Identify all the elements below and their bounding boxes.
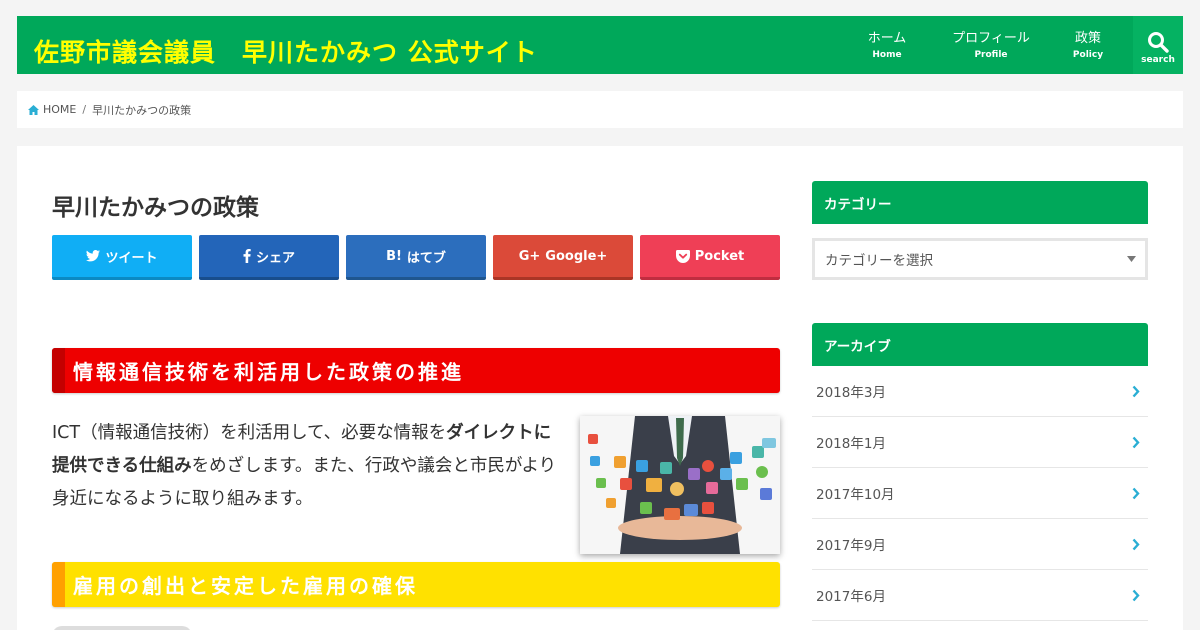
chevron-right-icon [1132,589,1140,601]
chevron-right-icon [1132,385,1140,397]
site-header: 佐野市議会議員 早川たかみつ 公式サイト ホーム Home プロフィール Pro… [17,16,1183,74]
section-ict-text-a: ICT（情報通信技術）を利活用して、必要な情報を [52,423,447,443]
archive-item-label: 2018年3月 [816,385,886,401]
ict-businessman-image [580,416,780,554]
share-buttons: ツイート シェア B! はてブ G+ Google+ Pocket [52,235,780,280]
search-icon [1148,31,1169,53]
nav-home-sub: Home [872,49,902,60]
section-heading-employment: 雇用の創出と安定した雇用の確保 [52,562,780,607]
twitter-share-label: ツイート [105,250,158,266]
nav-policy-sub: Policy [1072,49,1104,60]
category-widget-title: カテゴリー [812,181,1148,224]
nav-profile-label: プロフィール [952,30,1030,46]
archive-item[interactable]: 2017年9月 [812,519,1148,570]
facebook-share-button[interactable]: シェア [199,235,339,280]
home-icon [28,104,39,115]
archive-widget-title: アーカイブ [812,323,1148,366]
search-button[interactable]: search [1133,16,1183,74]
pocket-share-label: Pocket [694,248,745,264]
breadcrumb-home-label: HOME [43,103,77,116]
section-ict-text: ICT（情報通信技術）を利活用して、必要な情報をダイレクトに提供できる仕組みをめ… [52,417,562,516]
next-content-partial [52,626,192,630]
hatena-share-button[interactable]: B! はてブ [346,235,486,280]
twitter-icon [86,250,101,262]
hatena-share-label: はてブ [406,250,446,266]
nav-home-label: ホーム [867,30,907,46]
breadcrumb-current: 早川たかみつの政策 [92,103,192,117]
page-title: 早川たかみつの政策 [52,195,259,221]
google-plus-share-label: Google+ [545,248,608,264]
google-plus-share-button[interactable]: G+ Google+ [493,235,633,280]
breadcrumb-separator: / [82,103,87,116]
chevron-right-icon [1132,436,1140,448]
category-select[interactable]: カテゴリーを選択 [812,238,1148,280]
section-heading-employment-text: 雇用の創出と安定した雇用の確保 [73,574,418,598]
section-heading-ict-text: 情報通信技術を利活用した政策の推進 [73,360,464,384]
pocket-icon [675,249,690,263]
nav-home[interactable]: ホーム Home [835,16,939,74]
facebook-icon [243,249,251,263]
category-select-value: カテゴリーを選択 [825,253,933,269]
search-label: search [1141,54,1175,65]
archive-item[interactable]: 2017年10月 [812,468,1148,519]
main-nav: ホーム Home プロフィール Profile 政策 Policy search [835,16,1183,74]
archive-item-label: 2017年10月 [816,487,895,503]
chevron-right-icon [1132,538,1140,550]
section-heading-ict: 情報通信技術を利活用した政策の推進 [52,348,780,393]
archive-item[interactable]: 2018年3月 [812,366,1148,417]
breadcrumb: HOME / 早川たかみつの政策 [17,91,1183,128]
archive-item-label: 2017年9月 [816,538,886,554]
archive-item-label: 2017年6月 [816,589,886,605]
nav-policy-label: 政策 [1074,30,1101,46]
nav-profile[interactable]: プロフィール Profile [939,16,1043,74]
hatena-icon: B! [386,248,402,264]
google-plus-icon: G+ [518,248,541,264]
twitter-share-button[interactable]: ツイート [52,235,192,280]
pocket-share-button[interactable]: Pocket [640,235,780,280]
content-container: 早川たかみつの政策 ツイート シェア B! はてブ G+ Google+ Poc… [17,146,1183,630]
caret-down-icon [1127,256,1136,262]
sidebar: カテゴリー カテゴリーを選択 アーカイブ 2018年3月 2018年1月 201… [812,181,1148,621]
nav-policy[interactable]: 政策 Policy [1043,16,1133,74]
archive-item-label: 2018年1月 [816,436,886,452]
archive-item[interactable]: 2017年6月 [812,570,1148,621]
archive-list: 2018年3月 2018年1月 2017年10月 2017年9月 2017年6月 [812,366,1148,621]
site-title[interactable]: 佐野市議会議員 早川たかみつ 公式サイト [34,33,538,69]
archive-item[interactable]: 2018年1月 [812,417,1148,468]
ict-illustration [580,416,780,554]
chevron-right-icon [1132,487,1140,499]
facebook-share-label: シェア [255,250,295,266]
nav-profile-sub: Profile [974,49,1008,60]
breadcrumb-home[interactable]: HOME [28,103,76,116]
